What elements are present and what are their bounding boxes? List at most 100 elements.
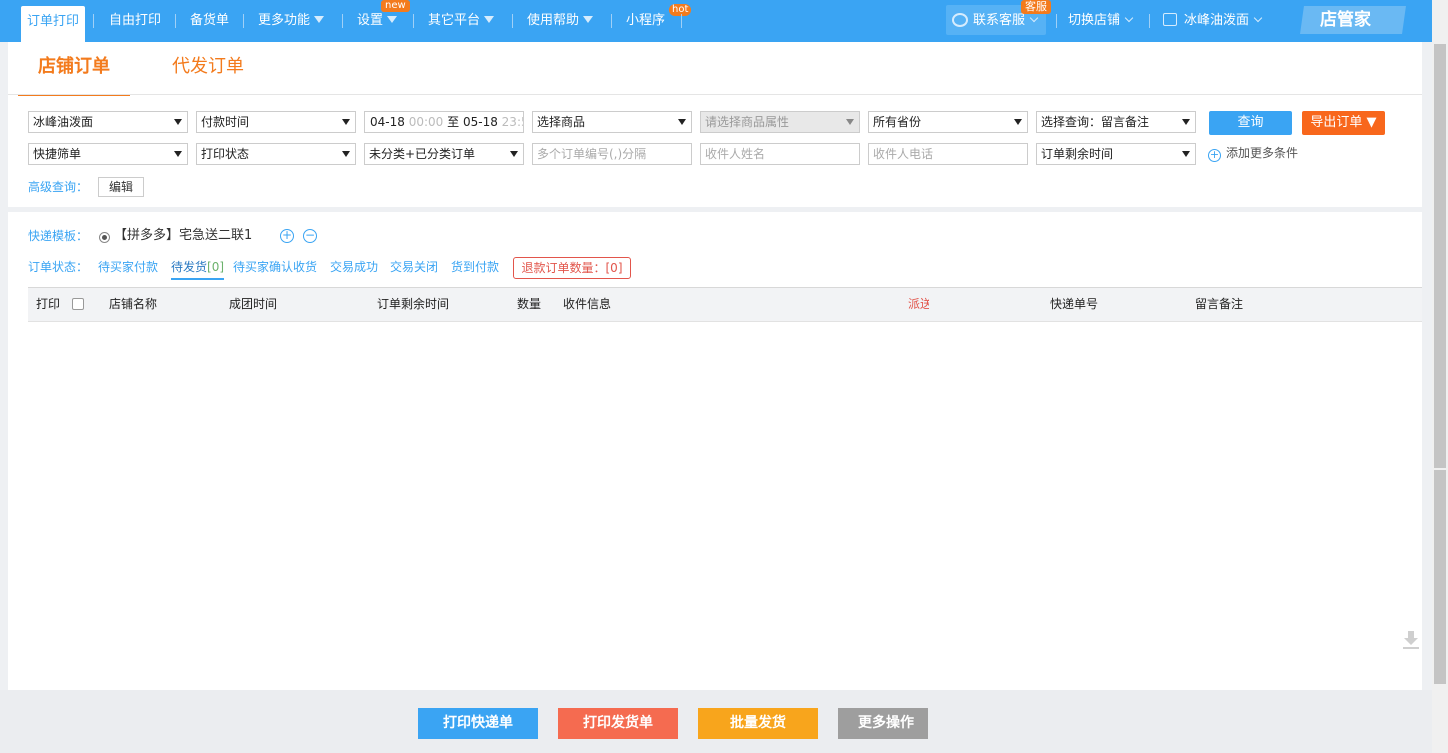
print-status-select[interactable]: 打印状态 xyxy=(196,143,356,165)
dropdown-arrow-icon xyxy=(174,151,182,157)
col-tracking-number: 快递单号 xyxy=(1050,297,1099,311)
export-orders-button[interactable]: 导出订单 ▼ xyxy=(1302,111,1385,135)
awaiting-shipment-label: 待发货 xyxy=(171,260,208,274)
nav-divider xyxy=(243,14,244,28)
col-remarks: 留言备注 xyxy=(1195,297,1244,311)
product-select[interactable]: 选择商品 xyxy=(532,111,692,133)
nav-free-print[interactable]: 自由打印 xyxy=(109,0,161,42)
tab-dropship-orders[interactable]: 代发订单 xyxy=(172,44,244,96)
nav-help-label: 使用帮助 xyxy=(527,13,580,28)
province-select[interactable]: 所有省份 xyxy=(868,111,1028,133)
scrollbar-thumb-lower[interactable] xyxy=(1434,470,1446,684)
add-more-conditions[interactable]: + 添加更多条件 xyxy=(1208,144,1298,162)
dropdown-arrow-icon xyxy=(342,151,350,157)
nav-divider xyxy=(611,14,612,28)
chevron-down-icon xyxy=(1253,13,1263,23)
nav-other-platforms-label: 其它平台 xyxy=(428,13,481,28)
status-cod[interactable]: 货到付款 xyxy=(451,260,499,274)
dropdown-arrow-icon xyxy=(510,151,518,157)
nav-divider xyxy=(1149,14,1150,28)
shop-select[interactable]: 冰峰油泼面 xyxy=(28,111,188,133)
nav-shop-name[interactable]: 冰峰油泼面 xyxy=(1184,0,1263,42)
new-badge: new xyxy=(381,0,410,12)
chevron-down-icon xyxy=(1124,13,1134,23)
section-divider xyxy=(8,207,1422,212)
print-invoice-button[interactable]: 打印发货单 xyxy=(558,708,678,739)
refund-label: 退款订单数量： xyxy=(521,261,606,275)
add-more-label: 添加更多条件 xyxy=(1226,146,1299,160)
refund-count: [0] xyxy=(605,261,623,275)
contact-service-label: 联系客服 xyxy=(973,13,1026,28)
nav-stock-list[interactable]: 备货单 xyxy=(190,0,229,42)
shop-name-label: 冰峰油泼面 xyxy=(1184,13,1250,28)
tab-underline xyxy=(8,94,1422,95)
col-remaining-time: 订单剩余时间 xyxy=(377,297,450,311)
receiver-name-input[interactable]: 收件人姓名 xyxy=(700,143,860,165)
select-all-checkbox[interactable] xyxy=(72,298,84,310)
switch-shop-label: 切换店铺 xyxy=(1068,13,1121,28)
col-quantity: 数量 xyxy=(517,297,542,311)
dropdown-arrow-icon xyxy=(342,119,350,125)
status-awaiting-payment[interactable]: 待买家付款 xyxy=(98,260,158,274)
template-radio[interactable] xyxy=(99,232,110,243)
nav-order-print[interactable]: 订单打印 xyxy=(21,6,86,42)
nav-more-features-label: 更多功能 xyxy=(258,13,311,28)
dropdown-arrow-icon xyxy=(846,119,854,125)
awaiting-shipment-count: [0] xyxy=(207,260,225,274)
time-start: 00:00 xyxy=(408,115,444,129)
more-actions-button[interactable]: 更多操作 xyxy=(838,708,928,739)
nav-switch-shop[interactable]: 切换店铺 xyxy=(1068,0,1134,42)
dropdown-arrow-icon xyxy=(1182,151,1190,157)
download-icon[interactable] xyxy=(1402,630,1420,650)
dropdown-arrow-icon xyxy=(1182,119,1190,125)
query-button[interactable]: 查询 xyxy=(1209,111,1292,135)
add-template-icon[interactable]: + xyxy=(280,229,294,243)
advanced-query-label: 高级查询： xyxy=(28,180,89,194)
date-start: 04-18 xyxy=(370,115,405,129)
status-completed[interactable]: 交易成功 xyxy=(330,260,378,274)
nav-divider xyxy=(512,14,513,28)
province-value: 所有省份 xyxy=(873,115,922,129)
col-group-time: 成团时间 xyxy=(229,297,278,311)
batch-ship-button[interactable]: 批量发货 xyxy=(698,708,818,739)
edit-button[interactable]: 编辑 xyxy=(98,177,144,197)
quick-filter-select[interactable]: 快捷筛单 xyxy=(28,143,188,165)
order-number-input[interactable]: 多个订单编号(,)分隔 xyxy=(532,143,692,165)
remove-template-icon[interactable]: − xyxy=(303,229,317,243)
nav-divider xyxy=(342,14,343,28)
order-status-label: 订单状态： xyxy=(28,260,89,274)
nav-other-platforms[interactable]: 其它平台 xyxy=(428,0,495,42)
print-status-value: 打印状态 xyxy=(201,147,250,161)
status-closed[interactable]: 交易关闭 xyxy=(390,260,438,274)
chevron-down-icon xyxy=(1029,13,1039,23)
tab-shop-orders[interactable]: 店铺订单 xyxy=(18,44,130,96)
brand-logo: 店管家 xyxy=(1320,10,1371,30)
nav-more-features[interactable]: 更多功能 xyxy=(258,0,325,42)
category-select[interactable]: 未分类+已分类订单 xyxy=(364,143,524,165)
status-awaiting-shipment[interactable]: 待发货[0] xyxy=(171,260,225,280)
caret-down-icon xyxy=(387,16,398,23)
caret-down-icon xyxy=(484,16,495,23)
scrollbar-thumb[interactable] xyxy=(1434,44,1446,468)
nav-divider xyxy=(413,14,414,28)
nav-divider xyxy=(93,14,94,28)
nav-mini-program[interactable]: 小程序 xyxy=(626,0,665,42)
date-range-input[interactable]: 04-18 00:00 至 05-18 23:59 xyxy=(364,111,524,133)
time-end: 23:59 xyxy=(501,115,523,129)
date-separator: 至 xyxy=(447,115,460,129)
refund-orders-badge[interactable]: 退款订单数量：[0] xyxy=(513,257,631,279)
caret-down-icon xyxy=(583,16,594,23)
time-type-select[interactable]: 付款时间 xyxy=(196,111,356,133)
query-type-select[interactable]: 选择查询：留言备注 xyxy=(1036,111,1196,133)
shop-icon xyxy=(1163,13,1177,26)
status-awaiting-receipt[interactable]: 待买家确认收货 xyxy=(233,260,317,274)
remaining-time-value: 订单剩余时间 xyxy=(1041,147,1114,161)
dropdown-arrow-icon xyxy=(678,119,686,125)
nav-help[interactable]: 使用帮助 xyxy=(527,0,594,42)
time-type-value: 付款时间 xyxy=(201,115,250,129)
date-end: 05-18 xyxy=(462,115,498,129)
remaining-time-select[interactable]: 订单剩余时间 xyxy=(1036,143,1196,165)
receiver-phone-input[interactable]: 收件人电话 xyxy=(868,143,1028,165)
category-value: 未分类+已分类订单 xyxy=(369,147,476,161)
print-express-button[interactable]: 打印快递单 xyxy=(418,708,538,739)
